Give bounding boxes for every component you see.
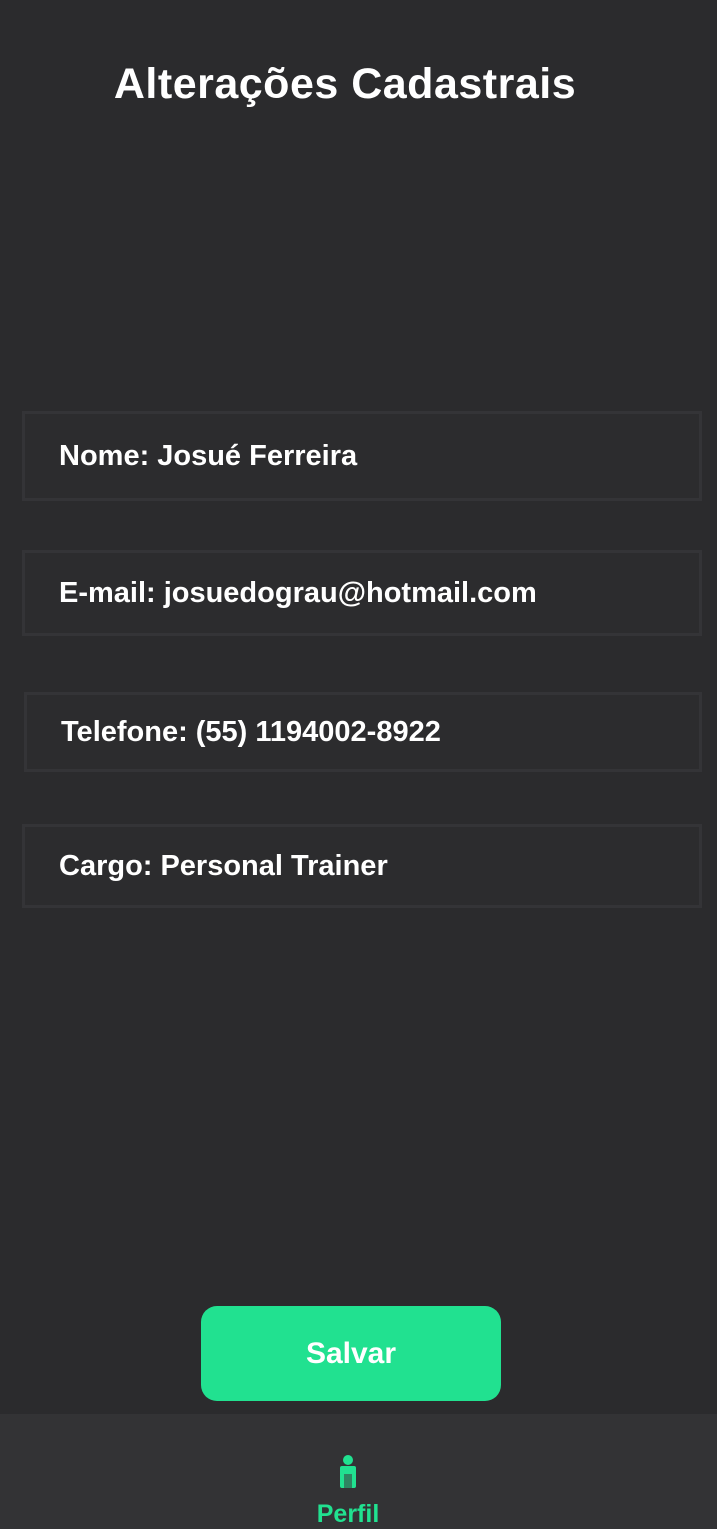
bottom-navigation: Perfil	[0, 1414, 717, 1529]
page-title: Alterações Cadastrais	[113, 60, 577, 108]
email-field[interactable]: E-mail: josuedograu@hotmail.com	[22, 550, 702, 636]
name-field-label: Nome:	[59, 439, 150, 472]
email-field-label: E-mail:	[59, 576, 156, 609]
email-field-value: josuedograu@hotmail.com	[163, 576, 537, 609]
phone-field-label: Telefone:	[61, 715, 188, 748]
person-icon	[340, 1455, 356, 1488]
nav-item-profile-label: Perfil	[316, 1500, 380, 1528]
name-field-value: Josué Ferreira	[157, 439, 358, 472]
role-field-label: Cargo:	[59, 849, 153, 882]
save-button[interactable]: Salvar	[201, 1306, 501, 1401]
phone-field[interactable]: Telefone: (55) 1194002-8922	[24, 692, 702, 772]
role-field-value: Personal Trainer	[160, 849, 388, 882]
name-field[interactable]: Nome: Josué Ferreira	[22, 411, 702, 501]
role-field[interactable]: Cargo: Personal Trainer	[22, 824, 702, 908]
nav-item-profile[interactable]: Perfil	[298, 1444, 398, 1529]
phone-field-value: (55) 1194002-8922	[195, 715, 441, 748]
